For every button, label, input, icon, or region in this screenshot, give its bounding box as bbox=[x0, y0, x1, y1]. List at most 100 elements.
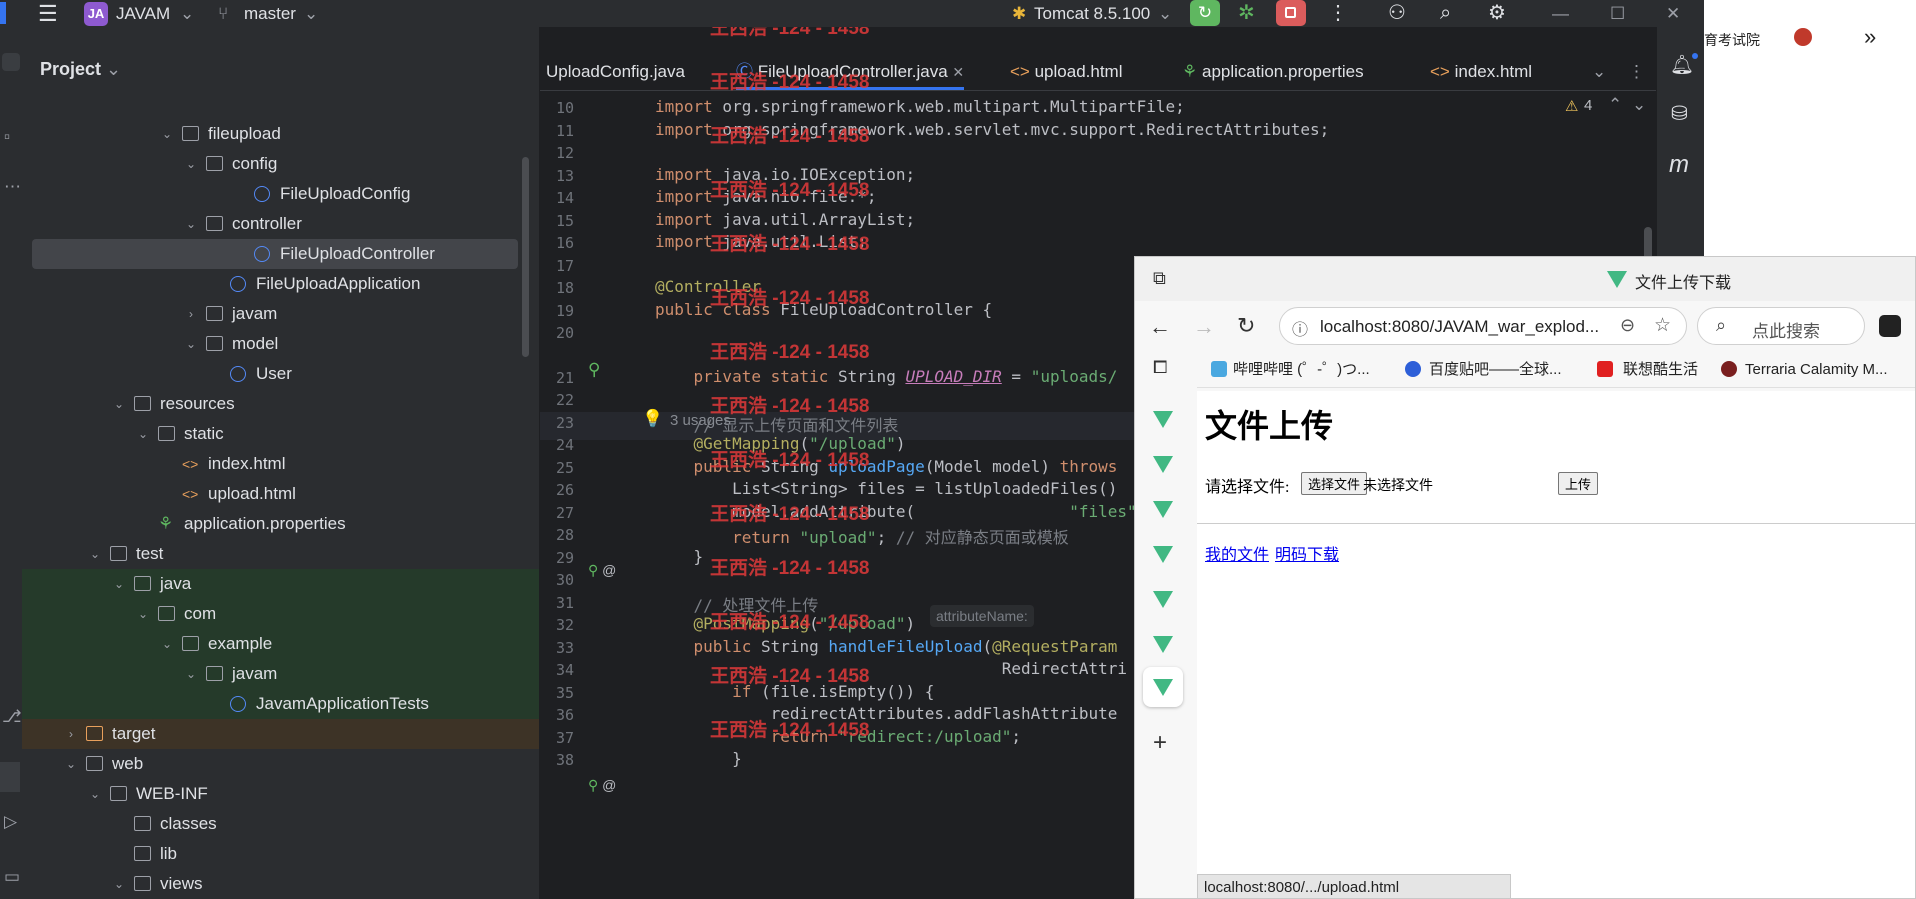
run-config-name[interactable]: Tomcat 8.5.100 bbox=[1034, 0, 1150, 27]
project-tool-icon[interactable] bbox=[2, 53, 20, 71]
chevron-down-icon[interactable]: ⌄ bbox=[112, 389, 126, 419]
extension-icon[interactable] bbox=[1879, 315, 1901, 337]
site-info-icon[interactable]: ⓘ bbox=[1292, 316, 1308, 340]
tree-item[interactable]: JavamApplicationTests bbox=[22, 689, 539, 719]
code-line[interactable]: private static String UPLOAD_DIR = "uplo… bbox=[655, 367, 1118, 386]
database-icon[interactable]: ⛁ bbox=[1671, 101, 1688, 126]
active-vue-tab[interactable] bbox=[1143, 667, 1183, 707]
address-bar[interactable]: ⓘ localhost:8080/JAVAM_war_explod... ⊖ ☆ bbox=[1279, 307, 1687, 345]
chevron-down-icon[interactable]: ⌄ bbox=[64, 749, 78, 779]
code-line[interactable]: import java.util.ArrayList; bbox=[655, 210, 915, 229]
warnings-count[interactable]: 4 bbox=[1584, 97, 1592, 114]
tree-item[interactable]: ⌄ fileupload bbox=[22, 119, 539, 149]
chevron-down-icon[interactable]: ⌄ bbox=[180, 0, 194, 27]
prev-highlight-icon[interactable]: ⌃ bbox=[1608, 95, 1622, 115]
rerun-icon[interactable]: ↻ bbox=[1190, 0, 1220, 26]
chevron-down-icon[interactable]: ⌄ bbox=[160, 119, 174, 149]
project-panel-header[interactable]: Project ⌄ bbox=[40, 54, 121, 84]
chevron-down-icon[interactable]: ⌄ bbox=[136, 599, 150, 629]
chevron-down-icon[interactable]: ⌄ bbox=[88, 779, 102, 809]
tab-upload-html[interactable]: <> upload.html bbox=[1010, 54, 1122, 90]
code-line[interactable]: } bbox=[655, 749, 742, 768]
tree-item[interactable]: FileUploadConfig bbox=[22, 179, 539, 209]
tree-item[interactable]: ⌄ java bbox=[22, 569, 539, 599]
project-name[interactable]: JAVAM bbox=[116, 0, 170, 27]
close-icon[interactable]: ✕ bbox=[1666, 0, 1680, 27]
chevron-down-icon[interactable]: ⌄ bbox=[184, 209, 198, 239]
upload-button[interactable]: 上传 bbox=[1558, 472, 1599, 495]
back-icon[interactable]: ← bbox=[1149, 314, 1171, 340]
code-line[interactable]: List<String> files = listUploadedFiles() bbox=[655, 479, 1117, 498]
chevron-right-icon[interactable]: › bbox=[64, 719, 78, 749]
chevron-down-icon[interactable]: ⌄ bbox=[112, 569, 126, 599]
tree-item[interactable]: ⚘ application.properties bbox=[22, 509, 539, 539]
bookmark-item[interactable]: 哔哩哔哩 (゜-゜)つ... bbox=[1233, 355, 1370, 385]
chevron-down-icon[interactable]: ⌄ bbox=[184, 149, 198, 179]
intention-bulb-icon[interactable]: 💡 bbox=[642, 409, 663, 429]
tab-index-html[interactable]: <> index.html bbox=[1430, 54, 1532, 90]
warning-icon[interactable]: ⚠ bbox=[1565, 97, 1578, 115]
chevron-down-icon[interactable]: ⌄ bbox=[136, 419, 150, 449]
favorite-star-icon[interactable]: ☆ bbox=[1654, 314, 1671, 337]
tree-item[interactable]: FileUploadController bbox=[32, 239, 518, 269]
my-files-link[interactable]: 我的文件 bbox=[1205, 541, 1269, 565]
code-line[interactable]: } bbox=[655, 547, 704, 566]
tab-application-properties[interactable]: ⚘ application.properties bbox=[1182, 54, 1364, 90]
tree-item[interactable]: › target bbox=[22, 719, 539, 749]
zoom-icon[interactable]: ⊖ bbox=[1620, 315, 1635, 336]
bookmark-text[interactable]: 育考试院 bbox=[1704, 30, 1760, 50]
code-line[interactable]: import org.springframework.web.multipart… bbox=[655, 97, 1185, 116]
maximize-icon[interactable]: ☐ bbox=[1610, 0, 1625, 27]
vue-tab-icon[interactable] bbox=[1153, 636, 1173, 653]
more-bookmarks-icon[interactable]: » bbox=[1864, 24, 1876, 50]
tree-item[interactable]: lib bbox=[22, 839, 539, 869]
tree-item[interactable]: <> index.html bbox=[22, 449, 539, 479]
search-box[interactable]: ⌕ 点此搜索 bbox=[1697, 307, 1865, 345]
reload-icon[interactable]: ↻ bbox=[1237, 313, 1255, 339]
notifications-icon[interactable]: 🔔︎ bbox=[1670, 53, 1694, 77]
main-menu-icon[interactable]: ☰ bbox=[38, 0, 58, 27]
bean-gutter-icon[interactable]: ⚲ bbox=[588, 360, 600, 380]
tree-item[interactable]: ⌄ com bbox=[22, 599, 539, 629]
forward-icon[interactable]: → bbox=[1193, 314, 1215, 340]
problems-tool-icon[interactable]: ▭ bbox=[4, 867, 20, 887]
chevron-down-icon[interactable]: ⌄ bbox=[112, 869, 126, 899]
new-tab-icon[interactable]: + bbox=[1153, 729, 1167, 757]
commit-tool-icon[interactable]: ▫ bbox=[4, 127, 10, 147]
bookmark-item[interactable]: 联想酷生活 bbox=[1623, 355, 1698, 385]
tree-item[interactable]: ⌄ model bbox=[22, 329, 539, 359]
structure-tool-icon[interactable]: ⋯ bbox=[4, 177, 21, 197]
services-tool-icon[interactable] bbox=[0, 762, 20, 792]
more-icon[interactable]: ⋮ bbox=[1628, 54, 1645, 90]
bookmark-item[interactable]: 百度贴吧——全球... bbox=[1429, 355, 1562, 385]
more-icon[interactable]: ⋮ bbox=[1328, 0, 1348, 27]
code-line[interactable]: return "upload"; // 对应静态页面或模板 bbox=[655, 524, 1069, 548]
search-icon[interactable]: ⌕ bbox=[1440, 0, 1451, 27]
bookmark-item[interactable]: Terraria Calamity M... bbox=[1745, 355, 1888, 385]
next-highlight-icon[interactable]: ⌄ bbox=[1632, 95, 1646, 115]
url-text[interactable]: localhost:8080/JAVAM_war_explod... bbox=[1320, 317, 1599, 337]
branch-name[interactable]: master bbox=[244, 0, 296, 27]
chevron-down-icon[interactable]: ⌄ bbox=[160, 629, 174, 659]
tree-item[interactable]: ⌄ controller bbox=[22, 209, 539, 239]
vue-tab-icon[interactable] bbox=[1153, 456, 1173, 473]
debug-icon[interactable]: ✲ bbox=[1238, 0, 1255, 27]
tree-scrollbar[interactable] bbox=[522, 157, 529, 357]
minimize-icon[interactable]: — bbox=[1552, 0, 1569, 27]
tree-item[interactable]: ⌄ example bbox=[22, 629, 539, 659]
tab-actions-icon[interactable]: ⧠ bbox=[1153, 357, 1167, 378]
tree-item[interactable]: ⌄ WEB-INF bbox=[22, 779, 539, 809]
run-tool-icon[interactable]: ▷ bbox=[4, 812, 17, 832]
terminal-tool-icon[interactable]: ⎇ bbox=[2, 707, 22, 727]
tree-item[interactable]: ⌄ resources bbox=[22, 389, 539, 419]
bean-gutter-icon[interactable]: ⚲ @ bbox=[588, 562, 616, 579]
code-line[interactable]: public String handleFileUpload(@RequestP… bbox=[655, 637, 1118, 656]
tree-item[interactable]: › javam bbox=[22, 299, 539, 329]
chevron-down-icon[interactable]: ⌄ bbox=[304, 0, 318, 27]
vue-tab-icon[interactable] bbox=[1153, 591, 1173, 608]
chevron-down-icon[interactable]: ⌄ bbox=[184, 329, 198, 359]
close-tab-icon[interactable]: ✕ bbox=[952, 64, 964, 80]
chevron-down-icon[interactable]: ⌄ bbox=[1158, 0, 1172, 27]
chevron-down-icon[interactable]: ⌄ bbox=[184, 659, 198, 689]
vue-tab-icon[interactable] bbox=[1153, 411, 1173, 428]
